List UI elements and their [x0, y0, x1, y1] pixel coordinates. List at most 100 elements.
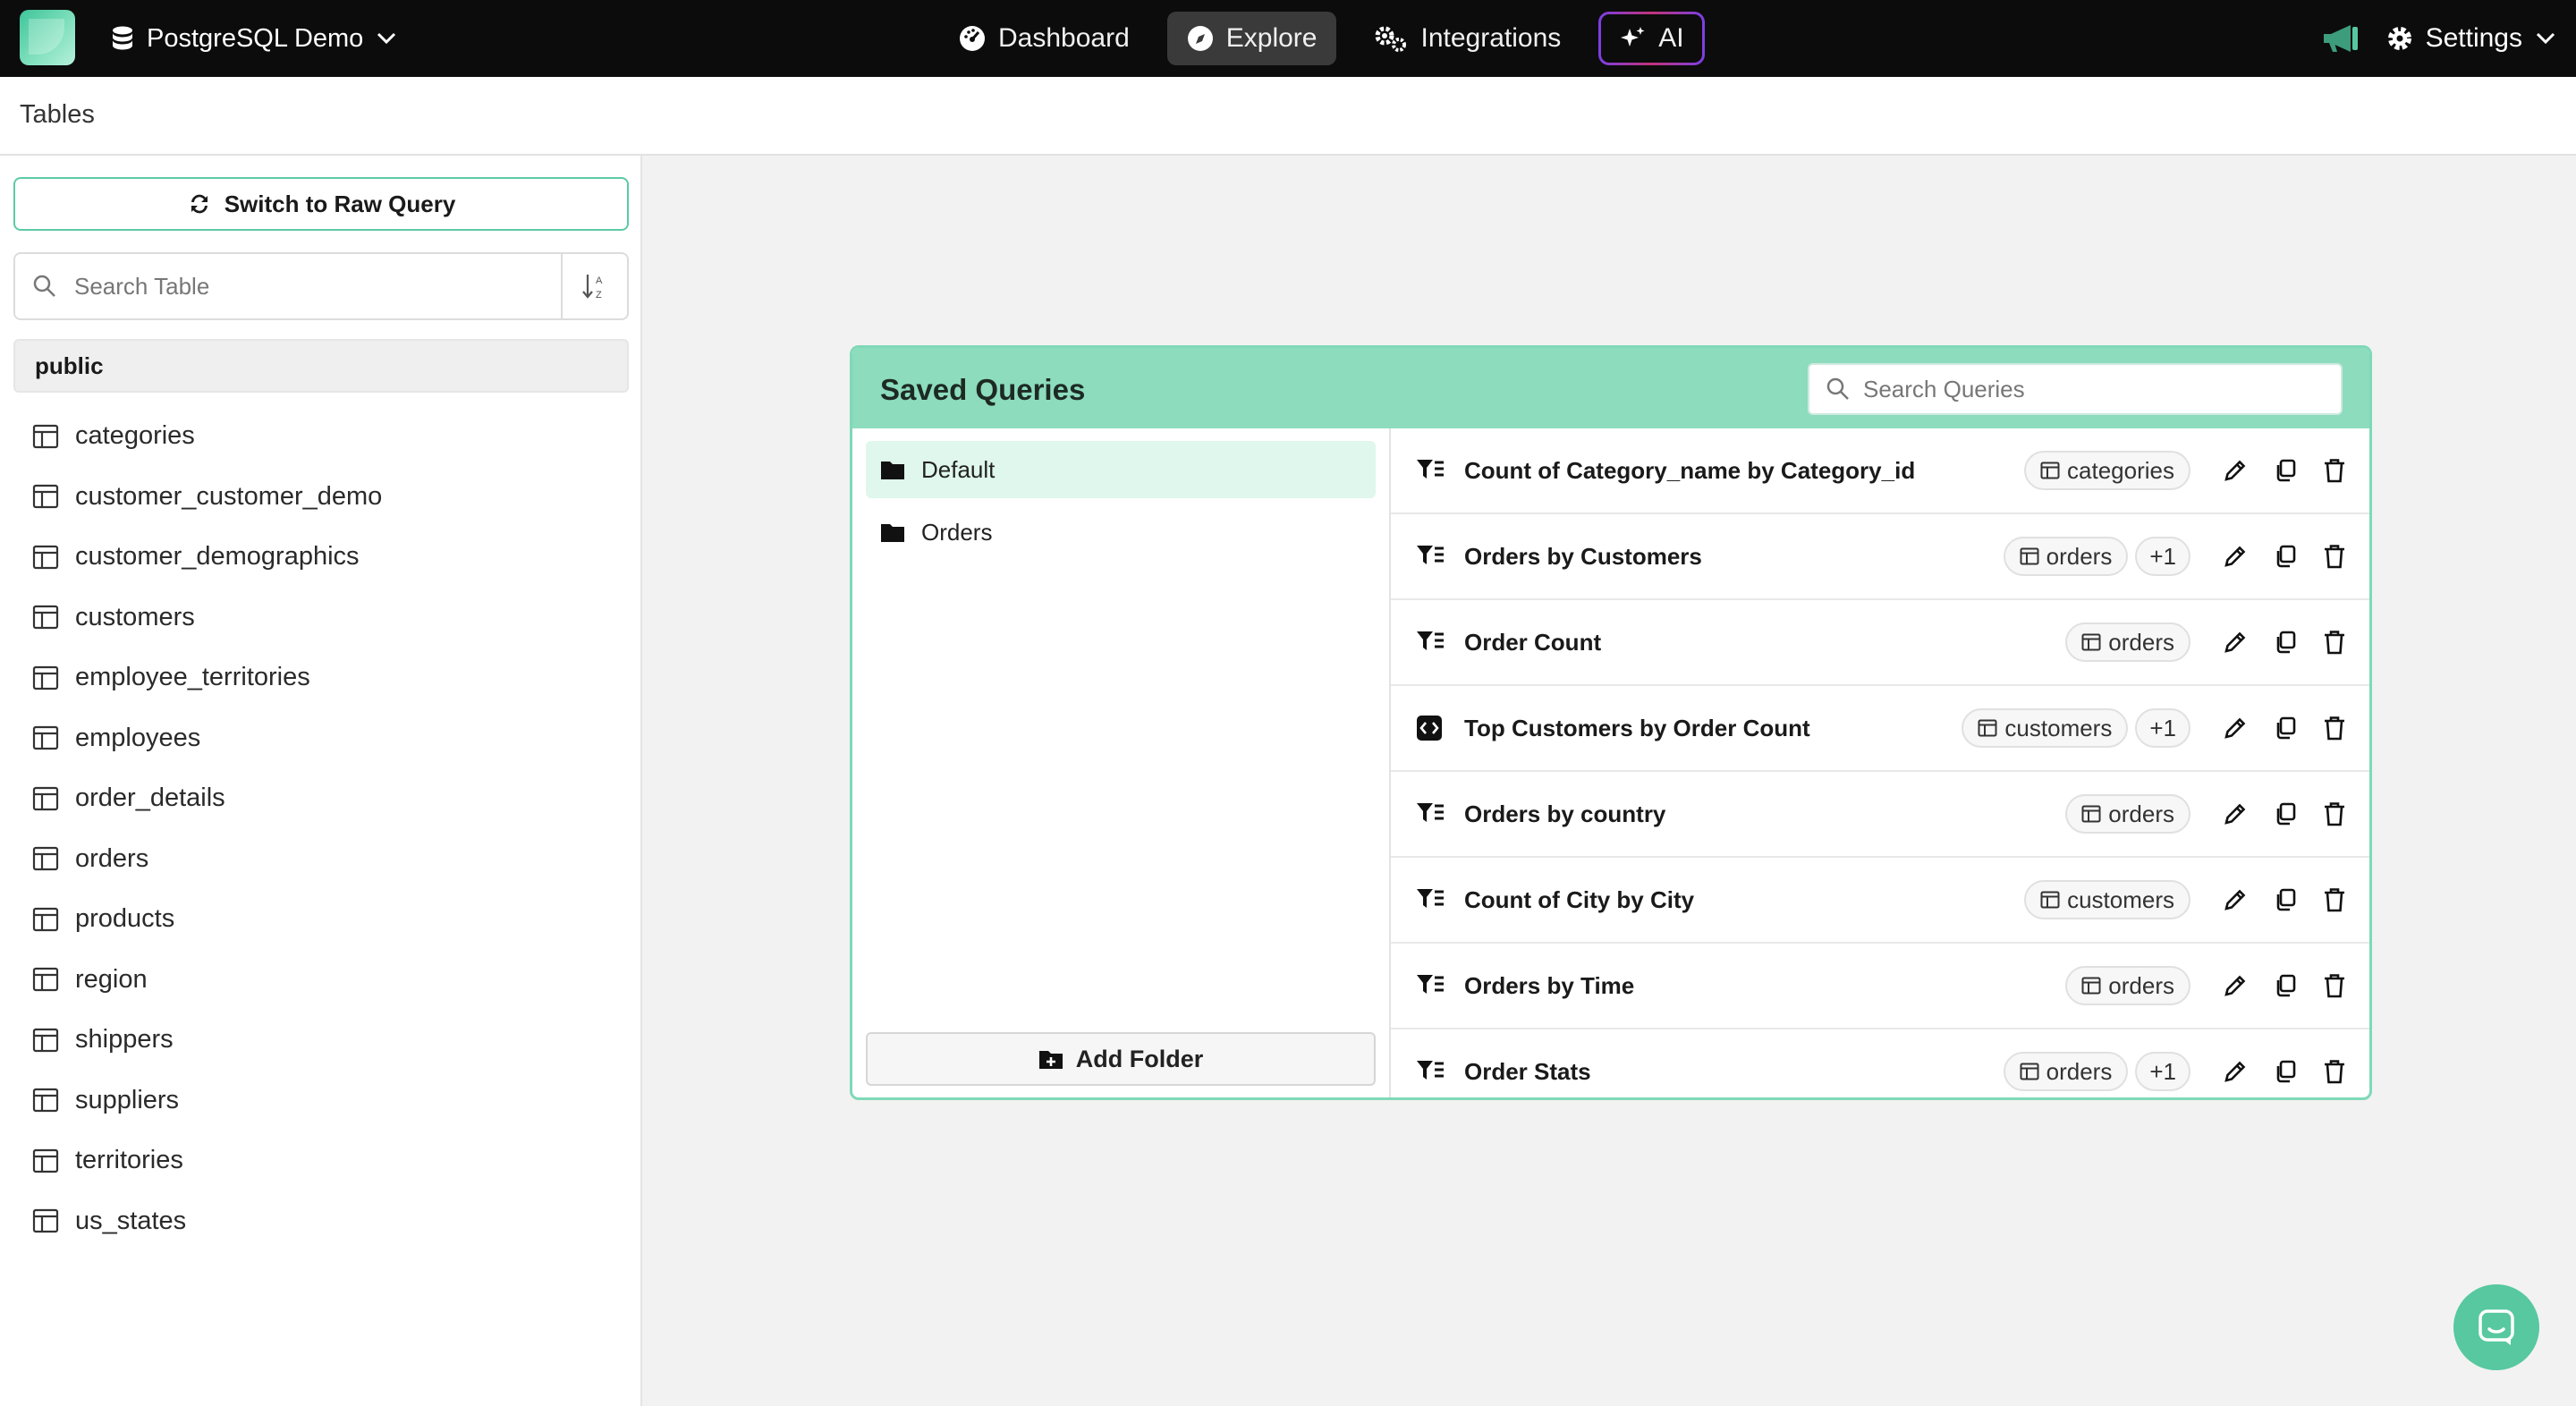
- chat-support-button[interactable]: [2453, 1284, 2539, 1370]
- trash-icon[interactable]: [2323, 973, 2346, 998]
- query-name: Orders by Customers: [1464, 542, 1702, 570]
- query-tags: orders: [2065, 794, 2190, 834]
- table-icon: [32, 907, 59, 932]
- table-item-region[interactable]: region: [0, 950, 642, 1011]
- query-row[interactable]: Orders by Time orders: [1391, 944, 2369, 1029]
- query-row[interactable]: Top Customers by Order Count customers +1: [1391, 686, 2369, 772]
- trash-icon[interactable]: [2323, 630, 2346, 655]
- table-icon: [32, 545, 59, 570]
- gear-icon: [2386, 25, 2413, 52]
- more-tables-badge[interactable]: +1: [2135, 1052, 2190, 1091]
- edit-icon[interactable]: [2223, 1059, 2248, 1084]
- table-tag[interactable]: orders: [2003, 537, 2129, 576]
- query-actions: [2223, 458, 2346, 483]
- table-tag[interactable]: customers: [1962, 708, 2129, 748]
- table-tag[interactable]: orders: [2065, 966, 2190, 1005]
- table-item-shippers[interactable]: shippers: [0, 1010, 642, 1071]
- edit-icon[interactable]: [2223, 630, 2248, 655]
- table-tag[interactable]: categories: [2024, 451, 2190, 490]
- query-row[interactable]: Orders by Customers orders +1: [1391, 514, 2369, 600]
- edit-icon[interactable]: [2223, 544, 2248, 569]
- tables-sidebar: Switch to Raw Query Search Table AZ publ…: [0, 156, 642, 1406]
- query-tags: customers: [2024, 880, 2190, 919]
- nav-integrations[interactable]: Integrations: [1354, 12, 1580, 65]
- table-item-customers[interactable]: customers: [0, 588, 642, 648]
- table-name: products: [75, 904, 175, 934]
- query-row[interactable]: Orders by country orders: [1391, 772, 2369, 858]
- trash-icon[interactable]: [2323, 887, 2346, 912]
- chevron-down-icon: [376, 31, 397, 46]
- table-item-customer-customer-demo[interactable]: customer_customer_demo: [0, 467, 642, 528]
- table-item-customer-demographics[interactable]: customer_demographics: [0, 527, 642, 588]
- trash-icon[interactable]: [2323, 458, 2346, 483]
- trash-icon[interactable]: [2323, 716, 2346, 741]
- copy-icon[interactable]: [2273, 716, 2298, 741]
- query-tags: orders: [2065, 966, 2190, 1005]
- edit-icon[interactable]: [2223, 887, 2248, 912]
- table-tag[interactable]: orders: [2065, 623, 2190, 662]
- add-folder-button[interactable]: Add Folder: [866, 1032, 1376, 1086]
- table-tag[interactable]: orders: [2065, 794, 2190, 834]
- schema-header[interactable]: public: [13, 339, 629, 393]
- folder-default[interactable]: Default: [866, 441, 1376, 498]
- table-item-categories[interactable]: categories: [0, 406, 642, 467]
- more-tables-badge[interactable]: +1: [2135, 708, 2190, 748]
- copy-icon[interactable]: [2273, 544, 2298, 569]
- copy-icon[interactable]: [2273, 887, 2298, 912]
- table-item-employees[interactable]: employees: [0, 708, 642, 769]
- table-item-orders[interactable]: orders: [0, 829, 642, 890]
- nav-explore[interactable]: Explore: [1166, 12, 1337, 65]
- table-item-territories[interactable]: territories: [0, 1131, 642, 1191]
- sort-button[interactable]: AZ: [561, 254, 627, 318]
- table-icon: [32, 665, 59, 690]
- table-tag-label: customers: [2067, 885, 2174, 913]
- filter-list-icon: [1416, 800, 1445, 826]
- copy-icon[interactable]: [2273, 630, 2298, 655]
- add-folder-label: Add Folder: [1075, 1045, 1204, 1072]
- settings-menu[interactable]: Settings: [2386, 23, 2556, 54]
- table-icon: [2020, 547, 2039, 565]
- table-search-input[interactable]: Search Table: [74, 273, 561, 301]
- query-name: Count of Category_name by Category_id: [1464, 456, 1916, 484]
- query-row[interactable]: Count of City by City customers: [1391, 858, 2369, 944]
- nav-dashboard[interactable]: Dashboard: [939, 12, 1149, 65]
- edit-icon[interactable]: [2223, 458, 2248, 483]
- table-item-order-details[interactable]: order_details: [0, 768, 642, 829]
- table-icon: [32, 605, 59, 630]
- copy-icon[interactable]: [2273, 801, 2298, 826]
- table-icon: [2081, 633, 2101, 651]
- table-item-suppliers[interactable]: suppliers: [0, 1071, 642, 1131]
- table-item-products[interactable]: products: [0, 889, 642, 950]
- database-selector[interactable]: PostgreSQL Demo: [111, 16, 397, 61]
- copy-icon[interactable]: [2273, 458, 2298, 483]
- table-tag-label: orders: [2108, 971, 2174, 999]
- edit-icon[interactable]: [2223, 801, 2248, 826]
- chat-icon: [2477, 1308, 2516, 1347]
- nav-ai[interactable]: AI: [1598, 12, 1704, 65]
- table-item-employee-territories[interactable]: employee_territories: [0, 648, 642, 708]
- trash-icon[interactable]: [2323, 1059, 2346, 1084]
- filter-list-icon: [1416, 1058, 1445, 1083]
- nav-label: Dashboard: [998, 23, 1130, 53]
- edit-icon[interactable]: [2223, 973, 2248, 998]
- query-row[interactable]: Count of Category_name by Category_id cat…: [1391, 428, 2369, 514]
- table-icon: [32, 846, 59, 871]
- query-row[interactable]: Order Stats orders +1: [1391, 1029, 2369, 1097]
- table-item-us-states[interactable]: us_states: [0, 1191, 642, 1252]
- query-search-input[interactable]: Search Queries: [1808, 363, 2343, 415]
- table-tag[interactable]: orders: [2003, 1052, 2129, 1091]
- folder-orders[interactable]: Orders: [866, 504, 1376, 561]
- more-tables-badge[interactable]: +1: [2135, 537, 2190, 576]
- table-tag[interactable]: customers: [2024, 880, 2190, 919]
- switch-to-raw-query-button[interactable]: Switch to Raw Query: [13, 177, 629, 231]
- copy-icon[interactable]: [2273, 973, 2298, 998]
- table-name: order_details: [75, 783, 225, 813]
- sparkles-icon: [1619, 25, 1646, 52]
- megaphone-icon[interactable]: [2320, 23, 2360, 54]
- trash-icon[interactable]: [2323, 801, 2346, 826]
- trash-icon[interactable]: [2323, 544, 2346, 569]
- query-row[interactable]: Order Count orders: [1391, 600, 2369, 686]
- edit-icon[interactable]: [2223, 716, 2248, 741]
- copy-icon[interactable]: [2273, 1059, 2298, 1084]
- app-logo[interactable]: [20, 10, 75, 65]
